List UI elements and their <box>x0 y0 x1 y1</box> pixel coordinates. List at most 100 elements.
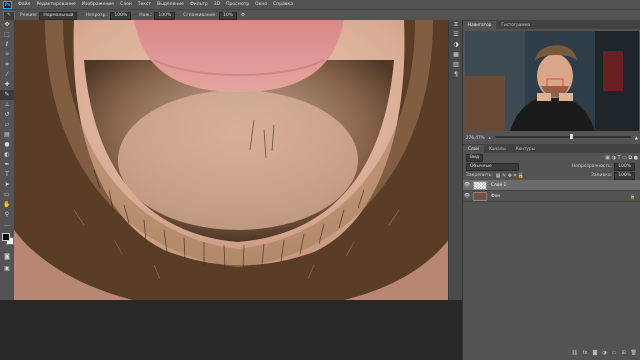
paragraph-panel-icon[interactable]: ¶ <box>449 70 463 80</box>
blur-tool-icon[interactable]: ● <box>0 140 14 150</box>
gear-icon[interactable]: ⚙ <box>241 13 245 18</box>
tools-panel: ✥ ⬚ ℓ ✧ ⌗ ⁄ ✚ ✎ ⊥ ↺ ▱ ▤ ● ◐ ✒ T ➤ ▭ ✋ ⚲ … <box>0 20 15 300</box>
menu-edit[interactable]: Редактирование <box>33 0 78 9</box>
menu-window[interactable]: Окно <box>252 0 270 9</box>
adjustments-panel-icon[interactable]: ◑ <box>449 40 463 50</box>
tab-histogram[interactable]: Гистограмма <box>496 21 535 29</box>
zoom-out-icon[interactable]: ▴ <box>489 135 491 140</box>
navigator-preview[interactable] <box>465 31 639 131</box>
eye-icon[interactable]: 👁 <box>463 182 471 188</box>
brush-preset-icon[interactable]: ✎ <box>3 10 15 21</box>
smoothing-option: Сглаживание: 10% ⚙ <box>183 11 245 20</box>
mask-icon[interactable]: ◙ <box>592 350 597 356</box>
flow-field[interactable]: 100% <box>154 11 176 20</box>
move-tool-icon[interactable]: ✥ <box>0 20 14 30</box>
blend-mode-select[interactable]: Обычные <box>466 162 519 171</box>
layer-name[interactable]: Слой 1 <box>491 183 506 188</box>
menu-file[interactable]: Файл <box>15 0 33 9</box>
layer-row-background[interactable]: 👁 Фон 🔒 <box>463 191 640 202</box>
new-layer-icon[interactable]: ⊞ <box>621 350 625 356</box>
menu-view[interactable]: Просмотр <box>223 0 252 9</box>
clone-stamp-tool-icon[interactable]: ⊥ <box>0 100 14 110</box>
eye-icon[interactable]: 👁 <box>463 193 471 199</box>
menu-image[interactable]: Изображение <box>79 0 117 9</box>
tab-layers[interactable]: Слои <box>463 145 484 153</box>
navigator-thumbnail <box>465 31 639 131</box>
foreground-color-swatch[interactable] <box>2 233 10 241</box>
adjustment-layer-icon[interactable]: ◑ <box>602 350 606 356</box>
zoom-value[interactable]: 226,47% <box>466 135 485 140</box>
zoom-tool-icon[interactable]: ⚲ <box>0 210 14 220</box>
right-panels: Навигатор Гистограмма 226,47% ▴ ▲ Слои К… <box>462 20 640 360</box>
quick-mask-icon[interactable]: ◙ <box>0 252 14 262</box>
menu-3d[interactable]: 3D <box>211 0 223 9</box>
eyedropper-tool-icon[interactable]: ⁄ <box>0 70 14 80</box>
gradient-tool-icon[interactable]: ▤ <box>0 130 14 140</box>
layer-opacity-field[interactable]: 100% <box>614 162 635 171</box>
zoom-slider[interactable] <box>494 134 631 140</box>
marquee-tool-icon[interactable]: ⬚ <box>0 30 14 40</box>
trash-icon[interactable]: 🗑 <box>631 350 637 356</box>
menu-text[interactable]: Текст <box>135 0 154 9</box>
tab-navigator[interactable]: Навигатор <box>463 21 497 29</box>
opacity-label: Непрозр.: <box>85 13 109 18</box>
eraser-tool-icon[interactable]: ▱ <box>0 120 14 130</box>
collapsed-panels-strip: ⧖ ☰ ◑ ▦ ▥ ¶ <box>448 20 463 300</box>
mode-select[interactable]: Нормальный <box>39 11 78 20</box>
fx-icon[interactable]: fx <box>583 350 588 356</box>
lock-icon: 🔒 <box>630 193 635 199</box>
shape-tool-icon[interactable]: ▭ <box>0 190 14 200</box>
properties-panel-icon[interactable]: ☰ <box>449 30 463 40</box>
document-canvas[interactable] <box>14 20 462 300</box>
tab-paths[interactable]: Контуры <box>511 145 540 153</box>
layers-panel-tabs: Слои Каналы Контуры <box>463 144 640 153</box>
layer-filter-select[interactable]: Вид <box>466 153 484 162</box>
menu-bar: Ps Файл Редактирование Изображение Слои … <box>0 0 640 9</box>
zoom-in-icon[interactable]: ▲ <box>635 135 638 140</box>
smoothing-label: Сглаживание: <box>183 13 217 18</box>
menu-help[interactable]: Справка <box>270 0 296 9</box>
type-tool-icon[interactable]: T <box>0 170 14 180</box>
layer-name[interactable]: Фон <box>491 194 500 199</box>
flow-option: Наж.: 100% <box>139 11 176 20</box>
menu-layers[interactable]: Слои <box>117 0 135 9</box>
zoom-slider-thumb[interactable] <box>569 134 573 140</box>
hand-tool-icon[interactable]: ✋ <box>0 200 14 210</box>
dodge-tool-icon[interactable]: ◐ <box>0 150 14 160</box>
link-layers-icon[interactable]: ⛓ <box>571 350 577 356</box>
opacity-field[interactable]: 100% <box>110 11 132 20</box>
mode-option: Режим: Нормальный <box>20 11 78 20</box>
fill-field[interactable]: 100% <box>614 171 635 180</box>
canvas-image <box>14 20 462 300</box>
libraries-panel-icon[interactable]: ▥ <box>449 60 463 70</box>
color-swatches[interactable] <box>2 233 14 245</box>
history-brush-tool-icon[interactable]: ↺ <box>0 110 14 120</box>
smoothing-field[interactable]: 10% <box>218 11 237 20</box>
photoshop-logo-icon: Ps <box>3 0 12 9</box>
mode-label: Режим: <box>20 13 38 18</box>
swatches-panel-icon[interactable]: ▦ <box>449 50 463 60</box>
tab-channels[interactable]: Каналы <box>484 145 511 153</box>
menu-select[interactable]: Выделение <box>154 0 187 9</box>
filter-icons[interactable]: ▣ ◑ T ▭ ⧉ ● <box>605 155 638 161</box>
menu-filter[interactable]: Фильтр <box>187 0 211 9</box>
layer-row-1[interactable]: 👁 Слой 1 <box>463 180 640 191</box>
healing-brush-tool-icon[interactable]: ✚ <box>0 80 14 90</box>
lock-label: Закрепить: <box>466 173 493 178</box>
layer-filter-row: Вид ▣ ◑ T ▭ ⧉ ● <box>463 153 640 162</box>
navigator-tabs: Навигатор Гистограмма <box>463 20 640 29</box>
screen-mode-icon[interactable]: ▣ <box>0 264 14 274</box>
history-panel-icon[interactable]: ⧖ <box>449 20 463 30</box>
layer-thumbnail <box>473 180 487 190</box>
flow-label: Наж.: <box>139 13 153 18</box>
lasso-tool-icon[interactable]: ℓ <box>0 40 14 50</box>
crop-tool-icon[interactable]: ⌗ <box>0 60 14 70</box>
brush-tool-icon[interactable]: ✎ <box>0 90 14 100</box>
pen-tool-icon[interactable]: ✒ <box>0 160 14 170</box>
path-select-tool-icon[interactable]: ➤ <box>0 180 14 190</box>
quick-select-tool-icon[interactable]: ✧ <box>0 50 14 60</box>
lock-icons[interactable]: ▦ ✎ ✥ ⌗ 🔒 <box>496 173 525 179</box>
group-icon[interactable]: ▭ <box>612 350 617 356</box>
navigator-zoom-row: 226,47% ▴ ▲ <box>463 133 640 141</box>
more-tools-icon[interactable]: … <box>0 220 14 230</box>
